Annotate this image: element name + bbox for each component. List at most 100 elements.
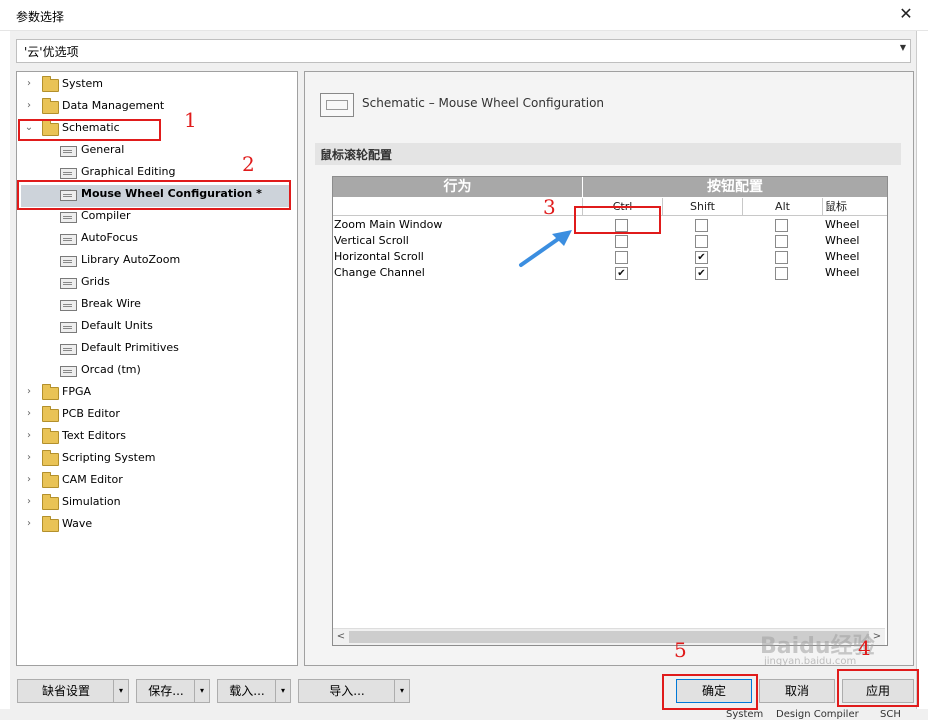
page-icon (60, 146, 77, 157)
status-bar: System Design Compiler SCH (0, 709, 928, 720)
tree-item-label: Library AutoZoom (81, 253, 181, 266)
row-mouse-value[interactable]: Wheel (825, 217, 859, 233)
save-button[interactable]: 保存... ▾ (136, 679, 210, 703)
alt-checkbox[interactable] (775, 219, 788, 232)
annotation-number-5: 5 (674, 638, 687, 662)
tree-item-label: Graphical Editing (81, 165, 176, 178)
chevron-down-icon[interactable]: ▾ (394, 680, 409, 702)
scroll-left-icon[interactable]: < (334, 630, 348, 644)
chevron-right-icon[interactable]: › (24, 448, 34, 468)
chevron-right-icon[interactable]: › (24, 514, 34, 534)
chevron-right-icon[interactable]: › (24, 470, 34, 490)
title-bar: 参数选择 ✕ (0, 0, 928, 31)
section-title: 鼠标滚轮配置 (320, 148, 393, 162)
ctrl-checkbox[interactable] (615, 251, 628, 264)
tree-item[interactable]: › System (17, 74, 293, 94)
save-button-label: 保存... (148, 684, 184, 698)
tree-item[interactable]: Grids (17, 272, 293, 292)
cancel-button[interactable]: 取消 (759, 679, 835, 703)
close-icon[interactable]: ✕ (896, 4, 916, 24)
tree-item[interactable]: › Wave (17, 514, 293, 534)
page-icon (60, 322, 77, 333)
tree-item[interactable]: Orcad (tm) (17, 360, 293, 380)
tree-item[interactable]: Default Primitives (17, 338, 293, 358)
row-action-label: Change Channel (334, 266, 425, 279)
tree-item-label: CAM Editor (62, 473, 123, 486)
status-design-compiler[interactable]: Design Compiler (776, 709, 859, 720)
tree-item[interactable]: › Simulation (17, 492, 293, 512)
section-header-bar (315, 143, 901, 165)
tree-item[interactable]: › Data Management (17, 96, 293, 116)
row-action-label: Horizontal Scroll (334, 250, 424, 263)
column-shift[interactable]: Shift (663, 198, 743, 216)
chevron-right-icon[interactable]: › (24, 492, 34, 512)
shift-checkbox[interactable]: ✔ (695, 267, 708, 280)
ctrl-checkbox[interactable] (615, 235, 628, 248)
defaults-button[interactable]: 缺省设置 ▾ (17, 679, 129, 703)
page-icon (60, 366, 77, 377)
folder-icon (42, 472, 59, 488)
chevron-right-icon[interactable]: › (24, 96, 34, 116)
page-icon (60, 256, 77, 267)
folder-icon (42, 516, 59, 532)
background-window-edge-right (916, 31, 928, 709)
page-icon (60, 212, 77, 223)
tree-item-label: Wave (62, 517, 93, 530)
column-alt[interactable]: Alt (743, 198, 823, 216)
tree-item[interactable]: AutoFocus (17, 228, 293, 248)
shift-checkbox[interactable] (695, 235, 708, 248)
import-button[interactable]: 导入... ▾ (298, 679, 410, 703)
chevron-right-icon[interactable]: › (24, 426, 34, 446)
column-mouse[interactable]: 鼠标 (823, 198, 887, 216)
annotation-box-ok (662, 674, 758, 710)
tree-item[interactable]: Default Units (17, 316, 293, 336)
preferences-tree[interactable]: › System › Data Management ⌄ Schematic General… (16, 71, 298, 666)
tree-item[interactable]: Library AutoZoom (17, 250, 293, 270)
status-system[interactable]: System (726, 709, 763, 720)
shift-checkbox[interactable] (695, 219, 708, 232)
chevron-down-icon[interactable]: ▾ (113, 680, 128, 702)
alt-checkbox[interactable] (775, 267, 788, 280)
chevron-right-icon[interactable]: › (24, 74, 34, 94)
alt-checkbox[interactable] (775, 235, 788, 248)
cloud-preferences-dropdown[interactable]: '云'优选项 ▼ (16, 39, 911, 63)
ctrl-checkbox[interactable]: ✔ (615, 267, 628, 280)
page-icon (60, 168, 77, 179)
row-mouse-value[interactable]: Wheel (825, 249, 859, 265)
alt-checkbox[interactable] (775, 251, 788, 264)
shift-checkbox[interactable]: ✔ (695, 251, 708, 264)
tree-item[interactable]: Break Wire (17, 294, 293, 314)
chevron-down-icon[interactable]: ▾ (194, 680, 209, 702)
grid-header-buttons: 按钮配置 (583, 177, 887, 197)
tree-item[interactable]: › PCB Editor (17, 404, 293, 424)
chevron-down-icon[interactable]: ▾ (275, 680, 290, 702)
grid-row[interactable]: Horizontal Scroll ✔ Wheel (333, 249, 885, 265)
annotation-number-1: 1 (184, 108, 197, 132)
folder-icon (42, 450, 59, 466)
tree-item[interactable]: › FPGA (17, 382, 293, 402)
page-icon (60, 344, 77, 355)
tree-item[interactable]: › Text Editors (17, 426, 293, 446)
tree-item[interactable]: › CAM Editor (17, 470, 293, 490)
tree-item-label: Orcad (tm) (81, 363, 141, 376)
tree-item[interactable]: › Scripting System (17, 448, 293, 468)
page-icon (60, 234, 77, 245)
row-mouse-value[interactable]: Wheel (825, 233, 859, 249)
chevron-right-icon[interactable]: › (24, 404, 34, 424)
baidu-watermark-url: jingyan.baidu.com (764, 656, 857, 667)
cloud-preferences-value: '云'优选项 (24, 45, 79, 59)
window-title: 参数选择 (16, 10, 65, 24)
load-button[interactable]: 载入... ▾ (217, 679, 291, 703)
row-mouse-value[interactable]: Wheel (825, 265, 859, 281)
grid-header-action: 行为 (333, 177, 583, 197)
annotation-number-4: 4 (858, 636, 871, 660)
folder-icon (42, 98, 59, 114)
row-action-label: Vertical Scroll (334, 234, 409, 247)
status-sch[interactable]: SCH (880, 709, 901, 720)
grid-row[interactable]: Change Channel ✔ ✔ Wheel (333, 265, 885, 281)
chevron-down-icon: ▼ (899, 43, 906, 52)
load-button-label: 载入... (229, 684, 265, 698)
chevron-right-icon[interactable]: › (24, 382, 34, 402)
grid-row[interactable]: Vertical Scroll Wheel (333, 233, 885, 249)
tree-item-label: Text Editors (62, 429, 127, 442)
